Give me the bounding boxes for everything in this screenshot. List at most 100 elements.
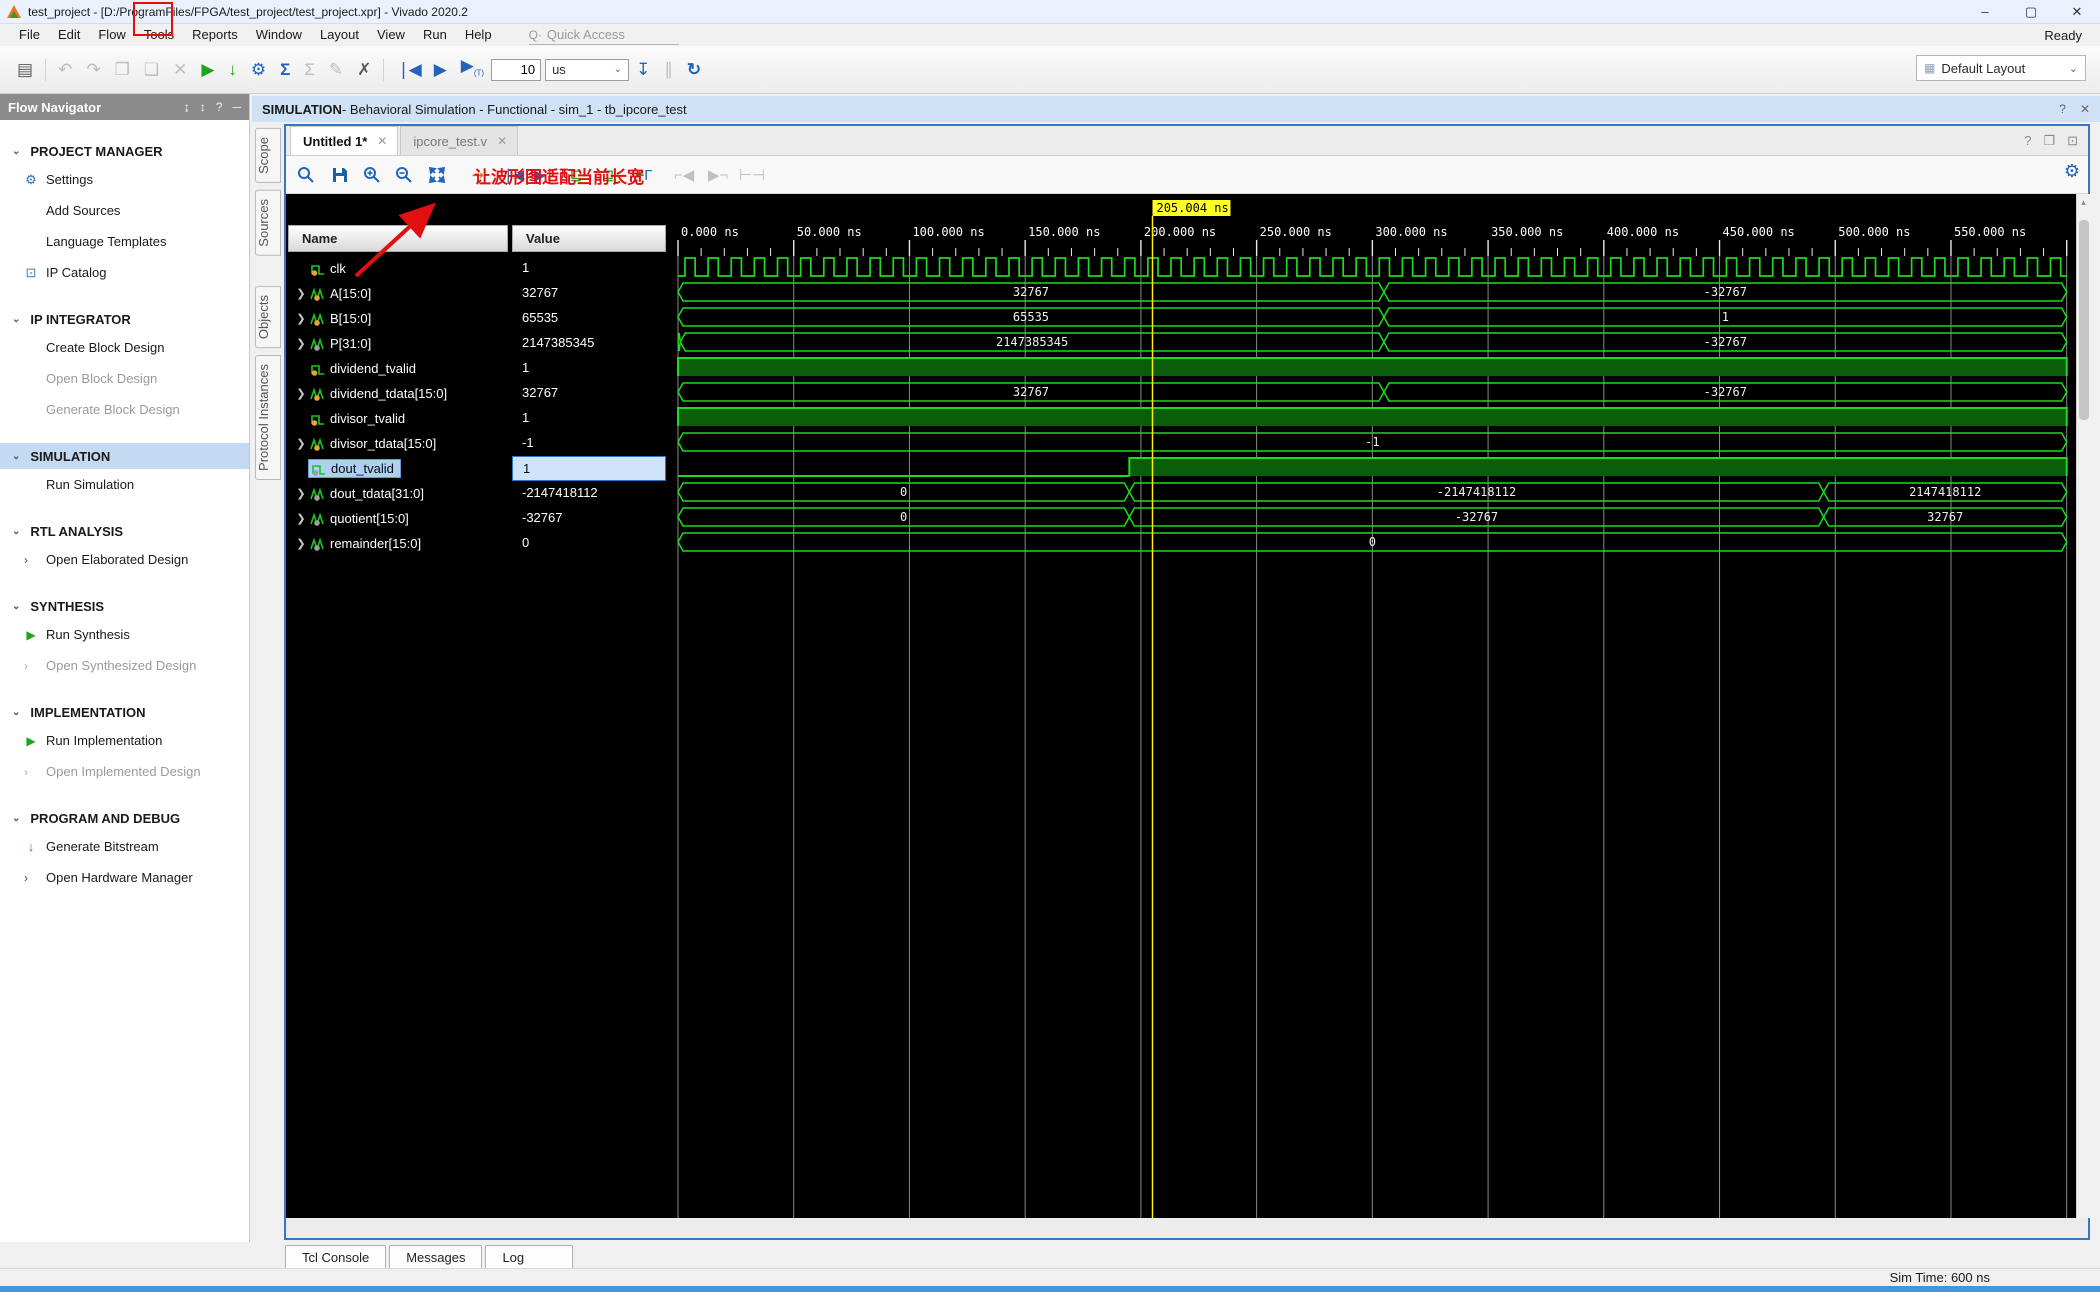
signal-row[interactable]: clk — [288, 256, 508, 281]
flow-section-header[interactable]: ⌄ RTL ANALYSIS — [0, 518, 249, 544]
waveform-canvas[interactable]: 0.000 ns 50.000 ns 100.000 ns 150.000 ns 200… — [668, 194, 2076, 1218]
save-waveform-icon[interactable] — [326, 161, 354, 189]
flow-item[interactable]: ⚙ Settings — [0, 164, 249, 195]
run-all-icon[interactable]: ▶ — [434, 55, 447, 85]
flow-item[interactable]: › Open Synthesized Design — [0, 650, 249, 681]
copy-icon[interactable]: ❐ — [115, 55, 130, 85]
run-time-input[interactable] — [491, 58, 542, 81]
flow-section-header[interactable]: ⌄ SYNTHESIS — [0, 593, 249, 619]
vertical-scrollbar-thumb[interactable] — [2079, 220, 2089, 420]
close-tab-icon[interactable]: ✕ — [377, 134, 387, 148]
signal-row[interactable]: ❯ P[31:0] — [288, 331, 508, 356]
cancel-icon[interactable]: ✗ — [357, 55, 371, 85]
flow-section-header[interactable]: ⌄ PROGRAM AND DEBUG — [0, 805, 249, 831]
flow-item[interactable]: ↓ Generate Bitstream — [0, 831, 249, 862]
signal-row[interactable]: dout_tvalid — [288, 456, 508, 481]
layout-selector[interactable]: ▦ Default Layout ⌄ — [1916, 55, 2086, 81]
zoom-in-icon[interactable] — [358, 161, 386, 189]
flow-section-header[interactable]: ⌄ IMPLEMENTATION — [0, 699, 249, 725]
zoom-out-icon[interactable] — [390, 161, 418, 189]
flow-item[interactable]: ⊡ IP Catalog — [0, 257, 249, 288]
menu-run[interactable]: Run — [414, 24, 456, 46]
flow-item[interactable]: › Open Hardware Manager — [0, 862, 249, 893]
flow-section-header[interactable]: ⌄ PROJECT MANAGER — [0, 138, 249, 164]
maximize-button[interactable]: ▢ — [2008, 0, 2054, 23]
signal-row[interactable]: ❯ dout_tdata[31:0] — [288, 481, 508, 506]
signal-value-cell[interactable]: 65535 — [512, 306, 666, 331]
run-flow-icon[interactable]: ▶ — [201, 55, 214, 85]
flow-item[interactable]: Add Sources — [0, 195, 249, 226]
side-tab-protocol-instances[interactable]: Protocol Instances — [255, 354, 281, 480]
help-icon[interactable]: ? — [216, 100, 223, 114]
expand-collapse-icon[interactable]: ↕ — [200, 100, 206, 114]
settings-gear-icon[interactable]: ⚙ — [251, 55, 266, 85]
relaunch-icon[interactable]: ↻ — [687, 55, 701, 85]
previous-transition-icon[interactable]: ⌐◀ — [670, 161, 698, 189]
quick-access-search[interactable]: Q· Quick Access — [528, 25, 679, 45]
step-icon[interactable]: ↧ — [636, 55, 650, 85]
expand-chevron-icon[interactable]: ❯ — [294, 337, 308, 350]
signal-row[interactable]: divisor_tvalid — [288, 406, 508, 431]
side-tab-sources[interactable]: Sources — [255, 189, 281, 256]
flow-item[interactable]: Run Simulation — [0, 469, 249, 500]
signal-row[interactable]: dividend_tvalid — [288, 356, 508, 381]
expand-chevron-icon[interactable]: ❯ — [294, 312, 308, 325]
signal-name-cell[interactable]: dividend_tdata[15:0] — [308, 385, 453, 402]
undo-icon[interactable]: ↶ — [58, 55, 72, 85]
expand-chevron-icon[interactable]: ❯ — [294, 437, 308, 450]
flow-section-header[interactable]: ⌄ SIMULATION — [0, 443, 249, 469]
close-button[interactable]: ✕ — [2054, 0, 2100, 23]
signal-value-cell[interactable]: 1 — [512, 256, 666, 281]
editor-tab[interactable]: Untitled 1* ✕ — [290, 126, 399, 155]
menu-edit[interactable]: Edit — [49, 24, 89, 46]
zoom-fit-icon[interactable] — [423, 161, 451, 189]
collapse-all-icon[interactable]: ↨ — [184, 100, 190, 114]
signal-row[interactable]: ❯ divisor_tdata[15:0] — [288, 431, 508, 456]
console-tab-tcl-console[interactable]: Tcl Console — [285, 1245, 387, 1270]
signal-value-cell[interactable]: 0 — [512, 531, 666, 556]
menu-flow[interactable]: Flow — [89, 24, 134, 46]
signal-name-cell[interactable]: B[15:0] — [308, 310, 377, 327]
signal-name-cell[interactable]: remainder[15:0] — [308, 535, 427, 552]
signal-value-cell[interactable]: -32767 — [512, 506, 666, 531]
flow-item[interactable]: ▶ Run Synthesis — [0, 619, 249, 650]
signal-row[interactable]: ❯ dividend_tdata[15:0] — [288, 381, 508, 406]
menu-help[interactable]: Help — [456, 24, 501, 46]
console-tab-messages[interactable]: Messages — [389, 1245, 483, 1270]
time-unit-select[interactable]: us ⌄ — [545, 58, 630, 81]
wave-settings-gear-icon[interactable]: ⚙ — [2064, 161, 2080, 182]
signal-name-cell[interactable]: dout_tdata[31:0] — [308, 485, 430, 502]
signal-value-cell[interactable]: 2147385345 — [512, 331, 666, 356]
flow-item[interactable]: Create Block Design — [0, 332, 249, 363]
signal-name-cell[interactable]: P[31:0] — [308, 335, 377, 352]
scroll-up-icon[interactable]: ▴ — [2077, 194, 2090, 208]
signal-name-cell[interactable]: divisor_tvalid — [308, 410, 411, 427]
minimize-panel-icon[interactable]: ─ — [232, 100, 241, 114]
signal-name-cell[interactable]: divisor_tdata[15:0] — [308, 435, 442, 452]
signal-value-cell[interactable]: 1 — [512, 356, 666, 381]
signal-name-cell[interactable]: quotient[15:0] — [308, 510, 415, 527]
signal-name-cell[interactable]: dout_tvalid — [308, 459, 401, 478]
next-transition-icon[interactable]: ▶¬ — [704, 161, 732, 189]
expand-chevron-icon[interactable]: ❯ — [294, 537, 308, 550]
flow-item[interactable]: ▶ Run Implementation — [0, 725, 249, 756]
expand-chevron-icon[interactable]: ❯ — [294, 487, 308, 500]
signal-name-cell[interactable]: A[15:0] — [308, 285, 377, 302]
open-file-icon[interactable]: ▤ — [17, 55, 33, 85]
generate-bitstream-icon[interactable]: ↓ — [228, 55, 237, 85]
vertical-scrollbar[interactable]: ▴ — [2076, 194, 2090, 1218]
expand-chevron-icon[interactable]: ❯ — [294, 387, 308, 400]
expand-chevron-icon[interactable]: ❯ — [294, 287, 308, 300]
paste-icon[interactable]: ❏ — [144, 55, 159, 85]
flow-item[interactable]: Language Templates — [0, 226, 249, 257]
delete-icon[interactable]: ✕ — [173, 55, 187, 85]
signal-name-cell[interactable]: dividend_tvalid — [308, 360, 422, 377]
value-column-header[interactable]: Value — [512, 225, 666, 252]
signal-row[interactable]: ❯ remainder[15:0] — [288, 531, 508, 556]
close-tab-icon[interactable]: ✕ — [497, 134, 507, 148]
float-window-icon[interactable]: ❐ — [2043, 133, 2055, 149]
restart-simulation-icon[interactable]: ❘◀ — [396, 55, 421, 85]
signal-row[interactable]: ❯ quotient[15:0] — [288, 506, 508, 531]
run-for-time-icon[interactable]: ▶(T) — [461, 51, 484, 88]
menu-window[interactable]: Window — [247, 24, 311, 46]
